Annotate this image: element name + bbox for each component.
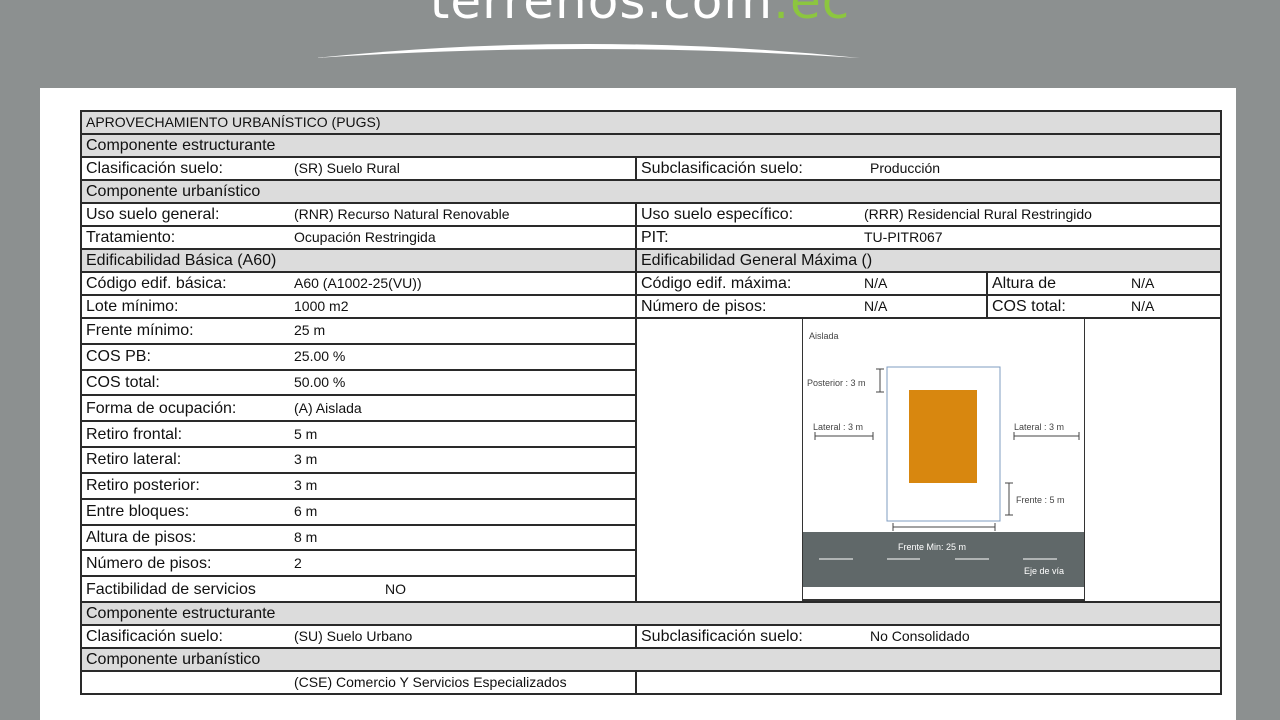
field-value: (RRR) Residencial Rural Restringido [860,202,1223,227]
field-label: Clasificación suelo: [80,624,290,649]
field-label: Frente mínimo: [80,317,290,345]
diagram-cell: Aislada Posterior : 3 m Lateral : 3 m La… [634,317,1223,602]
field-value: 25.00 % [290,342,637,371]
field-label: Factibilidad de servicios [80,575,290,603]
section-row: Componente estructurante [79,133,1223,158]
lateral-right-label: Lateral : 3 m [1014,422,1065,432]
field-label: Uso suelo específico: [635,202,860,227]
table-row: (CSE) Comercio Y Servicios Especializado… [80,670,1223,695]
table-row: Uso suelo general: (RNR) Recurso Natural… [80,202,1223,227]
field-label: Entre bloques: [80,497,290,526]
field-label: Subclasificación suelo: [635,156,860,181]
field-label: Código edif. básica: [80,271,290,296]
field-value: 5 m [290,420,637,449]
field-label: Retiro posterior: [80,471,290,500]
section-edificabilidad-basica: Edificabilidad Básica (A60) [80,248,637,273]
field-value: 25 m [290,317,637,345]
field-label: Lote mínimo: [80,294,290,319]
field-label: Altura de pisos: [80,523,290,552]
field-value: Producción [860,156,1223,181]
section-componente-estructurante: Componente estructurante [79,133,1223,158]
table-title: APROVECHAMIENTO URBANÍSTICO (PUGS) [79,110,1223,135]
field-value: 6 m [290,497,637,526]
section-row: Componente urbanístico [79,179,1223,204]
logo-swoosh [315,44,860,58]
section-row: Edificabilidad Básica (A60) Edificabilid… [80,248,1223,273]
table-row: Clasificación suelo: (SR) Suelo Rural Su… [80,156,1223,181]
diagram-title: Aislada [809,331,839,341]
pugs-table: APROVECHAMIENTO URBANÍSTICO (PUGS) Compo… [79,110,1223,695]
eje-via-label: Eje de vía [1024,566,1065,576]
field-value: (CSE) Comercio Y Servicios Especializado… [290,670,637,695]
field-value: (RNR) Recurso Natural Renovable [290,202,637,227]
field-label: Clasificación suelo: [80,156,290,181]
table-row: Código edif. básica: A60 (A1002-25(VU)) … [80,271,1223,296]
field-value: 1000 m2 [290,294,637,319]
field-label [635,670,860,695]
field-label: COS PB: [80,342,290,371]
field-value: 3 m [290,446,637,474]
table-row: Frente mínimo: 25 m Aislada Posterior: … [80,317,1223,602]
section-componente-urbanistico-2: Componente urbanístico [79,647,1223,672]
lateral-left-label: Lateral : 3 m [813,422,864,432]
field-value: TU-PITR067 [860,225,1223,250]
field-label: COS total: [80,368,290,397]
setback-diagram: Aislada Posterior : 3 m Lateral : 3 m La… [802,320,1085,601]
table-row: Tratamiento: Ocupación Restringida PIT: … [80,225,1223,250]
frente-label: Frente : 5 m [1016,495,1065,505]
field-label: Forma de ocupación: [80,394,290,423]
posterior-label: Posterior : 3 m [807,378,866,388]
field-label: Subclasificación suelo: [635,624,860,649]
field-label: Número de pisos: [80,549,290,578]
field-label: Retiro lateral: [80,446,290,474]
field-label: Número de pisos: [635,294,860,319]
field-value: N/A [860,271,988,296]
field-label [80,670,290,695]
table-row: Lote mínimo: 1000 m2 Número de pisos: N/… [80,294,1223,319]
field-label: PIT: [635,225,860,250]
field-value: No Consolidado [860,624,1223,649]
field-label: Retiro frontal: [80,420,290,449]
field-value: Ocupación Restringida [290,225,637,250]
document-sheet: APROVECHAMIENTO URBANÍSTICO (PUGS) Compo… [40,88,1236,720]
field-label: Altura de [986,271,1127,296]
frente-min-label: Frente Min: 25 m [898,542,967,552]
field-value: N/A [860,294,988,319]
section-row: Componente urbanístico [79,647,1223,672]
field-label: COS total: [986,294,1127,319]
field-value: NO [290,575,637,603]
field-label: Uso suelo general: [80,202,290,227]
building-footprint [909,390,977,483]
section-componente-urbanistico: Componente urbanístico [79,179,1223,204]
field-value: (A) Aislada [290,394,637,423]
logo-text: terrenos.com [429,0,774,30]
section-row: Componente estructurante [79,601,1223,626]
field-value: N/A [1127,294,1223,319]
logo-accent: .ec [773,0,851,30]
section-edificabilidad-maxima: Edificabilidad General Máxima () [634,248,1223,273]
field-value [860,670,1223,695]
field-value: 2 [290,549,637,578]
section-componente-estructurante-2: Componente estructurante [79,601,1223,626]
field-value: A60 (A1002-25(VU)) [290,271,637,296]
field-value: (SR) Suelo Rural [290,156,637,181]
field-value: N/A [1127,271,1223,296]
field-value: 50.00 % [290,368,637,397]
field-label: Tratamiento: [80,225,290,250]
field-value: 8 m [290,523,637,552]
field-value: 3 m [290,471,637,500]
table-title-row: APROVECHAMIENTO URBANÍSTICO (PUGS) [79,110,1223,135]
table-row: Clasificación suelo: (SU) Suelo Urbano S… [80,624,1223,649]
field-value: (SU) Suelo Urbano [290,624,637,649]
field-label: Código edif. máxima: [635,271,860,296]
